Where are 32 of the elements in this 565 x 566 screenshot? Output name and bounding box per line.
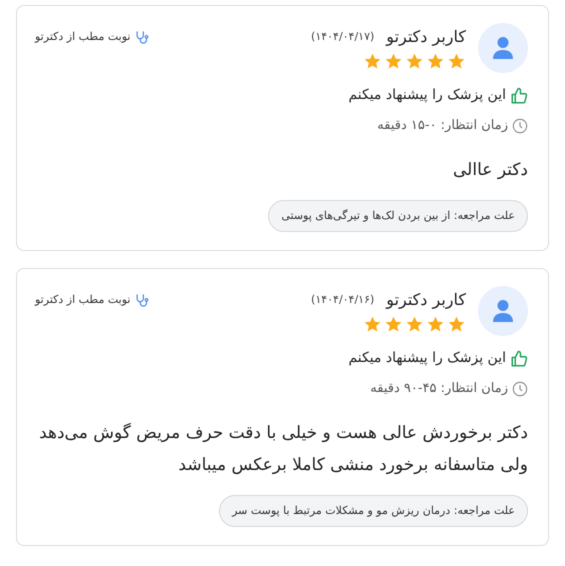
star-icon [384,315,403,334]
recommendation-text: این پزشک را پیشنهاد میکنم [348,349,506,368]
thumbs-up-icon [510,86,528,104]
avatar-icon [478,286,528,336]
user-name: کاربر دکترتو [386,26,466,48]
source-label: نوبت مطب از دکترتو [35,29,130,45]
clock-icon [512,118,528,134]
star-icon [363,52,382,71]
review-comment: دکتر برخوردش عالی هست و خیلی با دقت حرف مریض گوش می‌دهد ولی متاسفانه برخورد منشی کاملا برعکس میباشد [38,422,528,476]
wait-time: زمان انتظار: ۰-۱۵ دقیقه [377,117,508,135]
review-comment: دکتر عاالی [452,158,528,182]
review-date: (۱۴۰۴/۰۴/۱۷) [311,28,374,45]
clock-icon [512,380,528,397]
star-icon [405,315,424,334]
user-name: کاربر دکترتو [386,289,466,311]
visit-reason-tag: علت مراجعه: درمان ریزش مو و مشکلات مرتبط با پوست سر [219,494,528,527]
stethoscope-icon [134,30,150,45]
recommendation-text: این پزشک را پیشنهاد میکنم [348,86,506,105]
star-icon [384,52,403,71]
star-icon [363,315,382,334]
star-icon [447,315,466,334]
star-icon [426,315,445,334]
avatar-icon [478,23,528,73]
star-icon [426,52,445,71]
visit-reason-tag: علت مراجعه: از بین بردن لک‌ها و تیرگی‌های پوستی [268,200,528,232]
star-icon [405,52,424,71]
review-date: (۱۴۰۴/۰۴/۱۶) [311,292,374,308]
star-icon [447,52,466,71]
thumbs-up-icon [510,350,528,368]
stethoscope-icon [134,292,150,308]
wait-time: زمان انتظار: ۴۵-۹۰ دقیقه [370,380,508,398]
source-label: نوبت مطب از دکترتو [35,292,130,308]
